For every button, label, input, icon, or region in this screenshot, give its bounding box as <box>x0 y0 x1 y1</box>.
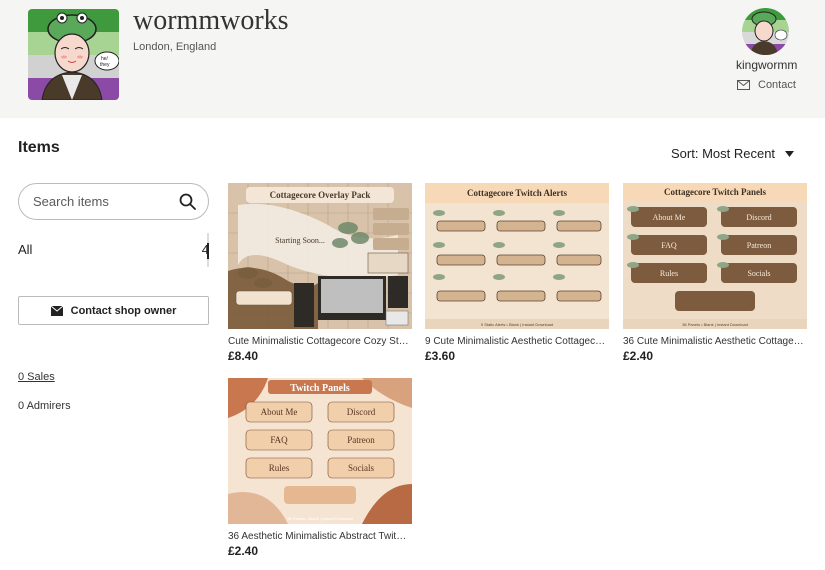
listing-thumbnail[interactable]: Cottagecore Twitch Panels About Me Disco… <box>623 183 807 329</box>
listing-thumbnail[interactable]: Cottagecore Twitch Alerts 9 Static Alert… <box>425 183 609 329</box>
items-heading: Items <box>18 139 60 156</box>
contact-shop-owner-label: Contact shop owner <box>70 304 177 317</box>
thumb-panel-label: Socials <box>747 269 770 278</box>
thumb-panel-label: Socials <box>348 463 374 473</box>
listing-card[interactable]: Cottagecore Overlay Pack Starting Soon..… <box>228 183 412 363</box>
thumb-heading: Cottagecore Twitch Alerts <box>467 188 567 198</box>
admirers-count: 0 Admirers <box>18 400 71 412</box>
thumb-heading: Cottagecore Overlay Pack <box>270 190 371 200</box>
listing-title[interactable]: 36 Cute Minimalistic Aesthetic Cottageco… <box>623 336 805 347</box>
shop-header: he/ they wormmworks London, England king… <box>0 0 825 118</box>
thumb-subtext: Starting Soon... <box>275 236 325 245</box>
listing-price: £3.60 <box>425 349 456 363</box>
listing-card[interactable]: Twitch Panels About Me Discord FAQ Patre… <box>228 378 412 558</box>
thumb-panel-label: About Me <box>653 213 686 222</box>
listing-card[interactable]: Cottagecore Twitch Alerts 9 Static Alert… <box>425 183 609 363</box>
contact-shop-owner-button[interactable]: Contact shop owner <box>18 296 209 325</box>
section-item-all[interactable]: All 4 <box>18 242 209 257</box>
envelope-icon <box>50 305 63 316</box>
thumb-panel-label: FAQ <box>661 241 677 250</box>
thumb-panel-label: Rules <box>660 269 678 278</box>
thumb-panel-label: Discord <box>347 407 376 417</box>
section-label: All <box>18 242 33 257</box>
owner-avatar-illustration <box>742 8 789 55</box>
thumb-footer: 36 Panels • Blank | Instant Download <box>287 516 353 521</box>
listing-title[interactable]: Cute Minimalistic Cottagecore Cozy Strea… <box>228 336 410 347</box>
thumb-panel-label: FAQ <box>270 435 288 445</box>
search-box[interactable] <box>18 183 209 220</box>
listing-title[interactable]: 36 Aesthetic Minimalistic Abstract Twitc… <box>228 531 410 542</box>
mail-icon <box>737 80 750 90</box>
thumb-panel-label: Discord <box>746 213 771 222</box>
caret-down-icon <box>785 150 795 157</box>
thumb-panel-label: About Me <box>261 407 298 417</box>
listing-price: £2.40 <box>228 544 259 558</box>
shop-name: wormmworks <box>133 5 289 36</box>
listing-price: £2.40 <box>623 349 654 363</box>
thumb-footer: 9 Static Alerts • Blank | Instant Downlo… <box>481 322 553 327</box>
listing-title[interactable]: 9 Cute Minimalistic Aesthetic Cottagecor… <box>425 336 607 347</box>
listing-price: £8.40 <box>228 349 259 363</box>
thumb-heading: Twitch Panels <box>290 383 350 394</box>
contact-link[interactable]: Contact <box>737 79 796 91</box>
shop-avatar[interactable]: he/ they <box>28 9 119 100</box>
owner-avatar[interactable] <box>742 8 789 55</box>
section-indicator <box>207 233 209 267</box>
listing-thumbnail[interactable]: Twitch Panels About Me Discord FAQ Patre… <box>228 378 412 524</box>
shop-avatar-illustration: he/ they <box>28 9 119 100</box>
contact-label: Contact <box>758 79 796 91</box>
thumb-heading: Cottagecore Twitch Panels <box>664 187 766 197</box>
thumb-panel-label: Patreon <box>747 241 771 250</box>
sort-label: Sort: Most Recent <box>671 146 776 161</box>
search-icon[interactable] <box>179 193 196 210</box>
thumb-panel-label: Patreon <box>347 435 375 445</box>
listing-card[interactable]: Cottagecore Twitch Panels About Me Disco… <box>623 183 807 363</box>
thumb-panel-label: Rules <box>269 463 290 473</box>
svg-text:they: they <box>100 62 110 68</box>
sales-link[interactable]: 0 Sales <box>18 371 55 383</box>
search-input[interactable] <box>33 194 179 209</box>
shop-location: London, England <box>133 41 217 53</box>
owner-name[interactable]: kingwormm <box>736 58 797 72</box>
sort-dropdown[interactable]: Sort: Most Recent <box>671 146 795 161</box>
listing-thumbnail[interactable]: Cottagecore Overlay Pack Starting Soon..… <box>228 183 412 329</box>
thumb-footer: 36 Panels • Blank | Instant Download <box>682 322 748 327</box>
